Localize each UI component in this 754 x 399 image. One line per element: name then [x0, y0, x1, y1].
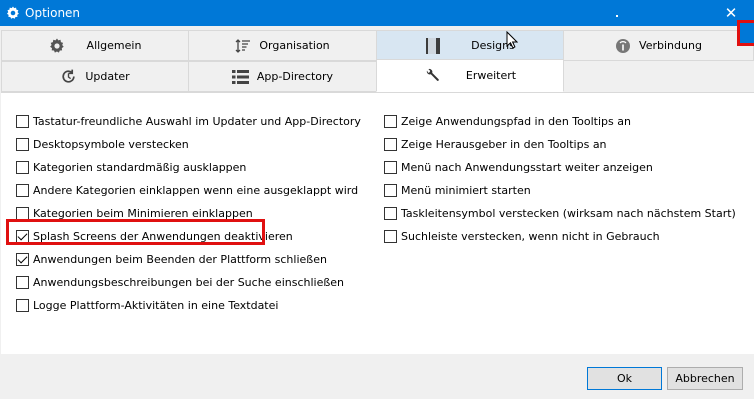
- option-label: Taskleitensymbol verstecken (wirksam nac…: [401, 207, 736, 220]
- tab-label: Updater: [85, 70, 130, 83]
- option-label: Logge Plattform-Aktivitäten in eine Text…: [33, 299, 279, 312]
- option-label: Zeige Anwendungspfad in den Tooltips an: [401, 115, 631, 128]
- checkbox-checked[interactable]: [16, 253, 29, 266]
- option-label: Desktopsymbole verstecken: [33, 138, 189, 151]
- connection-icon: [616, 38, 631, 53]
- tab-designs[interactable]: Designs: [376, 30, 564, 61]
- refresh-icon: [62, 69, 75, 83]
- option-label: Andere Kategorien einklappen wenn eine a…: [33, 184, 359, 197]
- option-collapse-other-categories[interactable]: Andere Kategorien einklappen wenn eine a…: [16, 179, 361, 202]
- checkbox[interactable]: [16, 207, 29, 220]
- option-show-publisher-tooltip[interactable]: Zeige Herausgeber in den Tooltips an: [384, 133, 736, 156]
- highlight-marker: [737, 20, 754, 46]
- checkbox[interactable]: [384, 207, 397, 220]
- option-label: Suchleiste verstecken, wenn nicht in Geb…: [401, 230, 660, 243]
- options-right-column: Zeige Anwendungspfad in den Tooltips an …: [384, 110, 736, 248]
- option-label: Zeige Herausgeber in den Tooltips an: [401, 138, 607, 151]
- tab-allgemein[interactable]: Allgemein: [1, 30, 189, 61]
- tab-updater[interactable]: Updater: [1, 61, 189, 92]
- option-label: Kategorien beim Minimieren einklappen: [33, 207, 253, 220]
- checkbox[interactable]: [16, 184, 29, 197]
- ok-button[interactable]: Ok: [587, 367, 662, 390]
- option-disable-splash-screens[interactable]: Splash Screens der Anwendungen deaktivie…: [16, 225, 361, 248]
- option-include-descriptions-in-search[interactable]: Anwendungsbeschreibungen bei der Suche e…: [16, 271, 361, 294]
- title-dot: [616, 15, 618, 17]
- list-icon: [231, 69, 249, 84]
- option-start-menu-minimized[interactable]: Menü minimiert starten: [384, 179, 736, 202]
- checkbox[interactable]: [16, 276, 29, 289]
- option-hide-search-bar[interactable]: Suchleiste verstecken, wenn nicht in Geb…: [384, 225, 736, 248]
- gear-icon: [6, 6, 19, 19]
- option-label: Menü nach Anwendungsstart weiter anzeige…: [401, 161, 653, 174]
- tab-label: Allgemein: [86, 39, 142, 52]
- options-left-column: Tastatur-freundliche Auswahl im Updater …: [16, 110, 361, 317]
- checkbox[interactable]: [16, 161, 29, 174]
- option-show-app-path-tooltip[interactable]: Zeige Anwendungspfad in den Tooltips an: [384, 110, 736, 133]
- option-label: Anwendungen beim Beenden der Plattform s…: [33, 253, 327, 266]
- option-hide-desktop-icons[interactable]: Desktopsymbole verstecken: [16, 133, 361, 156]
- tab-label: Erweitert: [465, 69, 517, 82]
- window-title: Optionen: [25, 6, 81, 20]
- checkbox[interactable]: [16, 299, 29, 312]
- option-keyboard-selection[interactable]: Tastatur-freundliche Auswahl im Updater …: [16, 110, 361, 133]
- option-label: Menü minimiert starten: [401, 184, 531, 197]
- option-log-activities[interactable]: Logge Plattform-Aktivitäten in eine Text…: [16, 294, 361, 317]
- option-label: Anwendungsbeschreibungen bei der Suche e…: [33, 276, 345, 289]
- checkbox[interactable]: [384, 230, 397, 243]
- option-label: Tastatur-freundliche Auswahl im Updater …: [33, 115, 361, 128]
- cancel-button[interactable]: Abbrechen: [667, 367, 743, 390]
- wrench-icon: [426, 68, 439, 81]
- tab-app-directory[interactable]: App-Directory: [188, 61, 377, 92]
- checkbox[interactable]: [16, 138, 29, 151]
- option-label: Splash Screens der Anwendungen deaktivie…: [33, 230, 293, 243]
- sort-icon: [235, 38, 251, 53]
- option-keep-menu-open[interactable]: Menü nach Anwendungsstart weiter anzeige…: [384, 156, 736, 179]
- tab-erweitert[interactable]: Erweitert: [376, 59, 564, 92]
- checkbox[interactable]: [384, 161, 397, 174]
- tab-organisation[interactable]: Organisation: [188, 30, 377, 61]
- checkbox-checked[interactable]: [16, 230, 29, 243]
- tab-label: Verbindung: [639, 39, 702, 52]
- option-close-apps-on-exit[interactable]: Anwendungen beim Beenden der Plattform s…: [16, 248, 361, 271]
- tab-verbindung[interactable]: Verbindung: [563, 30, 754, 61]
- option-label: Kategorien standardmäßig ausklappen: [33, 161, 247, 174]
- checkbox[interactable]: [384, 115, 397, 128]
- checkbox[interactable]: [16, 115, 29, 128]
- tab-label: App-Directory: [256, 70, 334, 83]
- option-collapse-on-minimize[interactable]: Kategorien beim Minimieren einklappen: [16, 202, 361, 225]
- mouse-cursor-icon: [506, 31, 518, 49]
- option-expand-categories[interactable]: Kategorien standardmäßig ausklappen: [16, 156, 361, 179]
- checkbox[interactable]: [384, 184, 397, 197]
- gear-icon: [49, 38, 64, 53]
- design-icon: [426, 37, 441, 54]
- title-bar: Optionen ✕: [0, 0, 754, 26]
- option-hide-taskbar-icon[interactable]: Taskleitensymbol verstecken (wirksam nac…: [384, 202, 736, 225]
- checkbox[interactable]: [384, 138, 397, 151]
- tab-bar: Allgemein Organisation Designs Verbindun…: [1, 30, 754, 92]
- tab-label: Organisation: [259, 39, 330, 52]
- options-panel: Tastatur-freundliche Auswahl im Updater …: [1, 92, 754, 354]
